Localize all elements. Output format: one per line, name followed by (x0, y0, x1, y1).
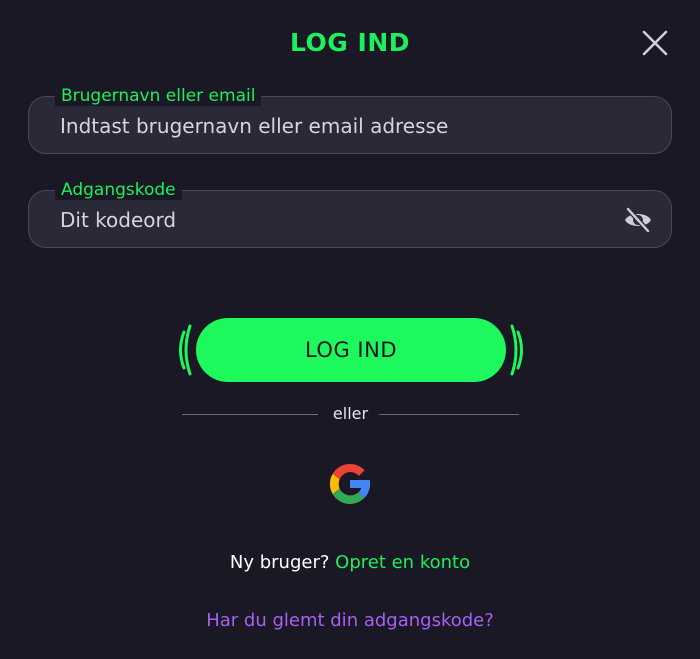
close-button[interactable] (640, 28, 670, 58)
or-divider: eller (182, 404, 519, 426)
signup-link[interactable]: Opret en konto (335, 552, 470, 573)
divider-line-right (379, 414, 519, 415)
login-button-wrapper: LOG IND (176, 318, 526, 382)
close-icon (642, 30, 668, 56)
login-button[interactable]: LOG IND (196, 318, 506, 382)
wave-right-icon (510, 324, 523, 376)
signup-prompt: Ny bruger? (229, 552, 330, 573)
username-input[interactable] (60, 97, 620, 155)
forgot-password-link[interactable]: Har du glemt din adgangskode? (0, 610, 700, 631)
google-icon (329, 463, 371, 504)
password-field: Adgangskode (28, 180, 672, 249)
login-modal: LOG IND Brugernavn eller email Adgangsko… (0, 0, 700, 659)
username-field: Brugernavn eller email (28, 86, 672, 155)
wave-left-icon (179, 324, 192, 376)
eye-off-icon (625, 206, 651, 234)
signup-row: Ny bruger? Opret en konto (0, 552, 700, 573)
google-login-button[interactable] (322, 456, 378, 512)
modal-title: LOG IND (290, 28, 410, 57)
password-input[interactable] (60, 191, 620, 249)
toggle-password-visibility-button[interactable] (623, 206, 653, 234)
